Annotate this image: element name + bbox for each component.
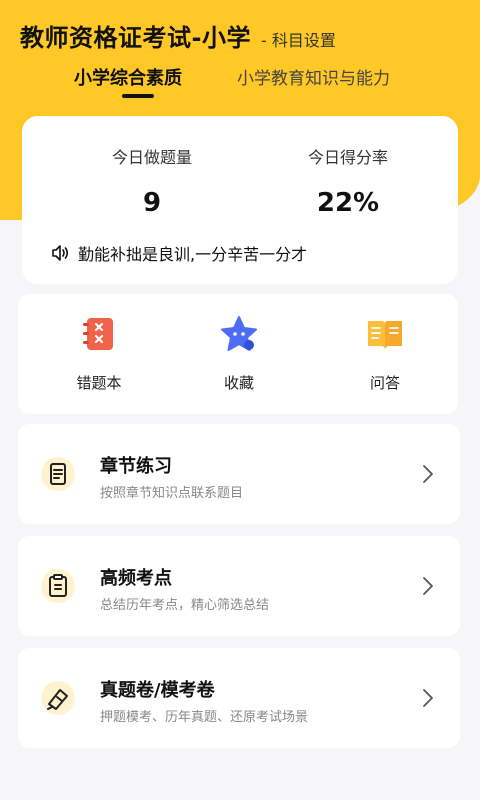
header: 教师资格证考试-小学 - 科目设置 [20,18,336,54]
high-frequency-points-title: 高频考点 [100,568,172,589]
chevron-right-icon [423,689,433,707]
stats-card: 今日做题量 9 今日得分率 22% 勤能补拙是良训,一分辛苦一分才 [22,116,458,284]
speaker-icon [52,245,69,261]
favorites-shortcut[interactable]: 收藏 [189,314,289,393]
motto: 勤能补拙是良训,一分辛苦一分才 [50,241,307,265]
today-count-label: 今日做题量 [111,148,192,167]
tab-comprehensive-quality[interactable]: 小学综合素质 [74,64,182,90]
today-score-stat: 今日得分率 22% [248,144,448,218]
shortcuts-card: 错题本 收藏 问答 [18,294,458,414]
wrong-questions-label: 错题本 [76,374,122,392]
chevron-right-icon [423,577,433,595]
qa-label: 问答 [369,374,400,392]
active-tab-indicator [122,94,154,98]
past-papers-mock-exams-card[interactable]: 真题卷/模考卷 押题模考、历年真题、还原考试场景 [18,648,460,748]
list-document-icon [41,457,75,491]
past-papers-subtitle: 押题模考、历年真题、还原考试场景 [100,710,309,725]
today-count-stat: 今日做题量 9 [52,144,252,218]
exam-paper-pen-icon [41,681,75,715]
qa-shortcut[interactable]: 问答 [335,314,435,393]
subject-settings-link[interactable]: - 科目设置 [261,27,336,51]
chevron-right-icon [423,465,433,483]
past-papers-title: 真题卷/模考卷 [100,680,215,701]
wrong-questions-shortcut[interactable]: 错题本 [49,314,149,393]
app-title: 教师资格证考试-小学 [20,24,251,52]
open-book-qa-icon [368,321,402,349]
star-favorite-icon [221,316,257,351]
chapter-practice-subtitle: 按照章节知识点联系题目 [100,486,244,501]
chapter-practice-card[interactable]: 章节练习 按照章节知识点联系题目 [18,424,460,524]
chapter-practice-title: 章节练习 [100,456,172,477]
subject-tabs: 小学综合素质 小学教育知识与能力 [0,64,480,100]
clipboard-icon [41,569,75,603]
wrong-notebook-icon [83,318,113,350]
tab-education-knowledge[interactable]: 小学教育知识与能力 [237,64,390,89]
favorites-label: 收藏 [223,374,254,392]
today-score-value: 22% [316,188,380,218]
today-count-value: 9 [142,188,162,218]
today-score-label: 今日得分率 [307,148,388,167]
motto-text: 勤能补拙是良训,一分辛苦一分才 [78,245,308,264]
high-frequency-points-subtitle: 总结历年考点，精心筛选总结 [100,598,270,613]
high-frequency-points-card[interactable]: 高频考点 总结历年考点，精心筛选总结 [18,536,460,636]
